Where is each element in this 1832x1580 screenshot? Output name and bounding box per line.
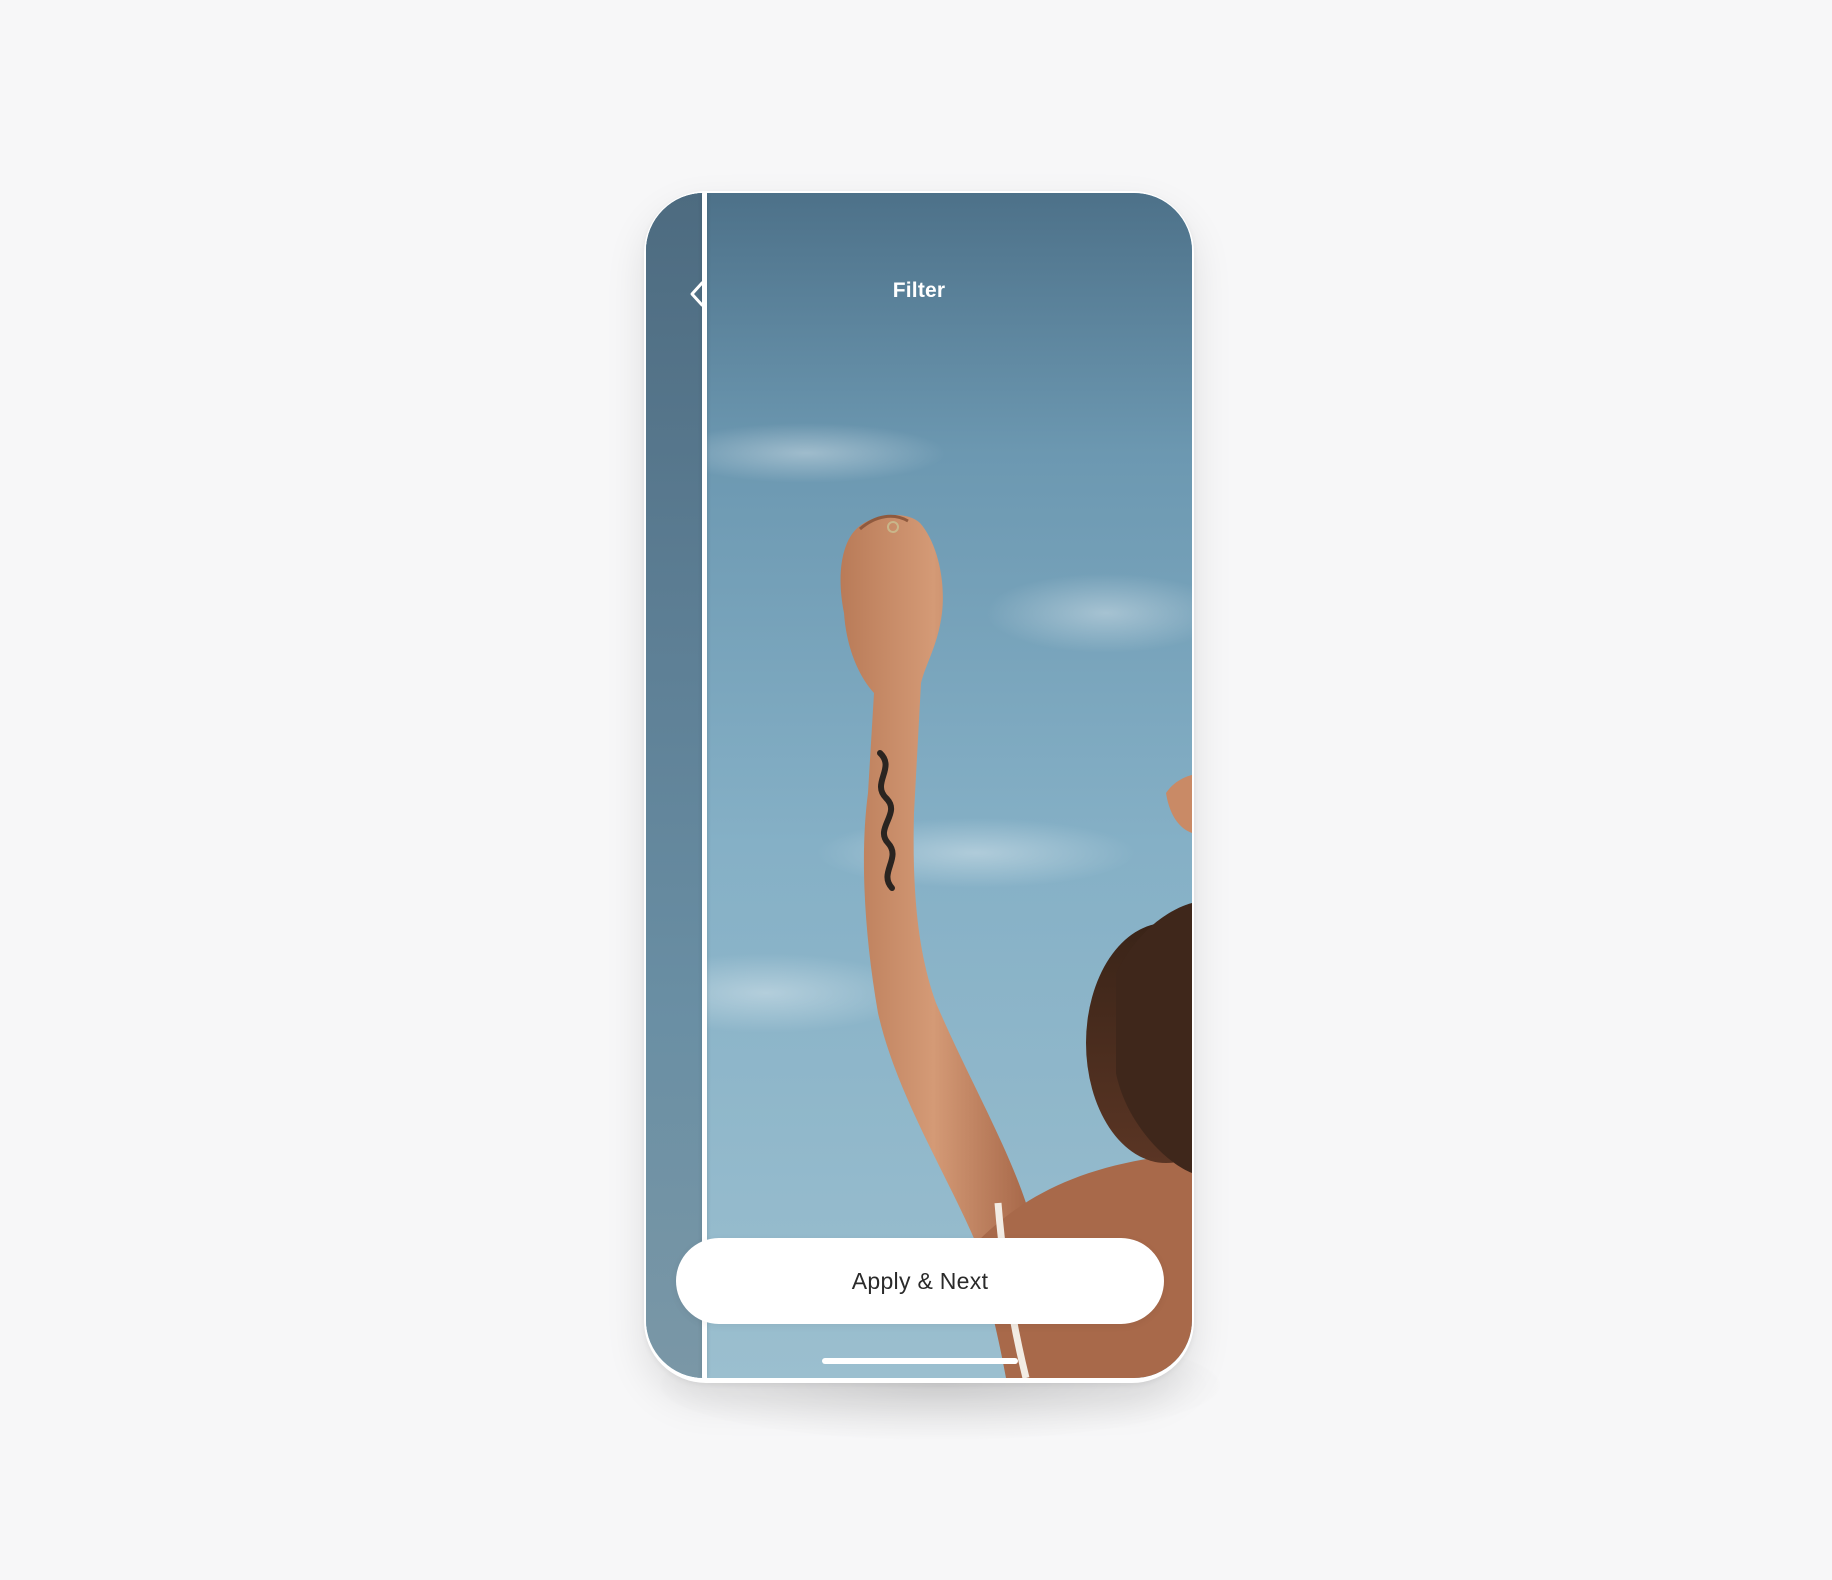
- phone-screen: Filter Apply & Next: [646, 193, 1192, 1378]
- apply-next-button[interactable]: Apply & Next: [676, 1238, 1164, 1324]
- original-photo-strip: [646, 193, 704, 1378]
- home-indicator[interactable]: [822, 1358, 1018, 1364]
- page-title: Filter: [892, 279, 946, 302]
- canvas: Filter Apply & Next: [0, 0, 1832, 1580]
- compare-divider-handle[interactable]: [702, 193, 707, 1378]
- filter-preview-photo: [646, 193, 1192, 1378]
